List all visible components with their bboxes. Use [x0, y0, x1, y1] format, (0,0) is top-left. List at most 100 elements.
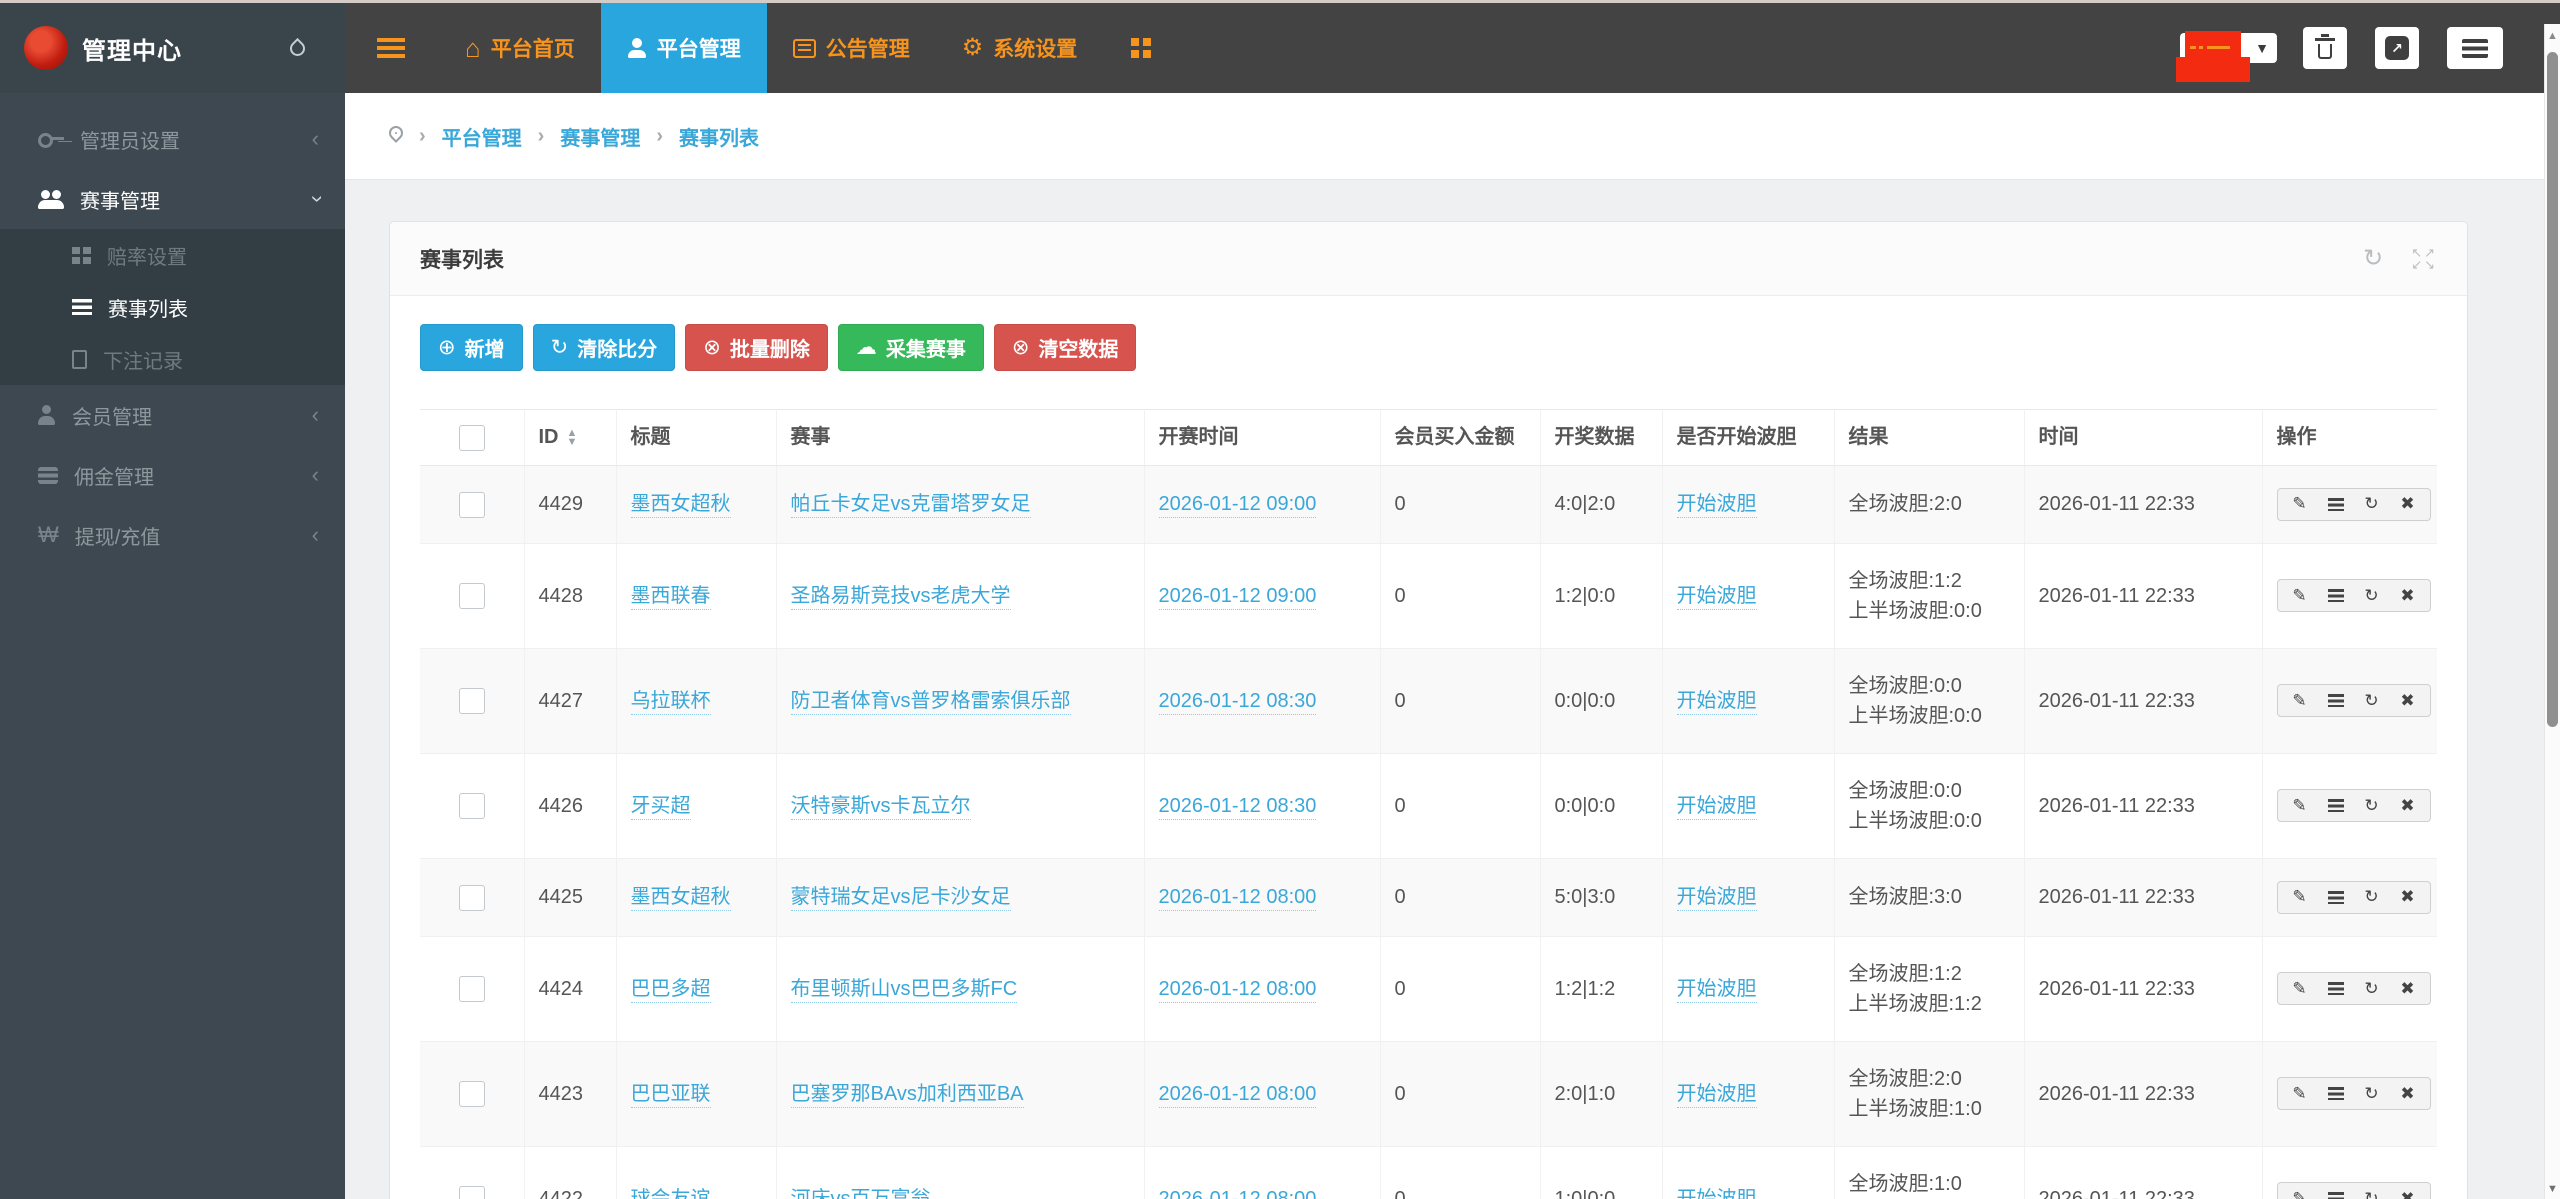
sidebar-item-member-manage[interactable]: 会员管理 ‹: [0, 385, 345, 445]
title-link[interactable]: 球会友谊: [630, 1187, 711, 1199]
col-id-label[interactable]: ID: [539, 426, 559, 448]
detail-list-icon[interactable]: [2318, 685, 2354, 716]
edit-icon[interactable]: ✎: [2282, 580, 2318, 611]
detail-list-icon[interactable]: [2318, 580, 2354, 611]
row-checkbox[interactable]: [458, 1186, 485, 1199]
match-link[interactable]: 沃特豪斯vs卡瓦立尔: [790, 794, 971, 820]
grid-apps-icon[interactable]: [1131, 38, 1152, 58]
fullscreen-icon[interactable]: ↖↗ ↙↘: [2411, 246, 2437, 271]
match-link[interactable]: 巴塞罗那BAvs加利西亚BA: [790, 1082, 1024, 1108]
detail-list-icon[interactable]: [2318, 790, 2354, 821]
start-bodan-link[interactable]: 开始波胆: [1676, 584, 1757, 610]
title-link[interactable]: 巴巴亚联: [630, 1082, 711, 1108]
row-refresh-icon[interactable]: ↻: [2354, 685, 2390, 716]
start-bodan-link[interactable]: 开始波胆: [1676, 1082, 1757, 1108]
start-bodan-link[interactable]: 开始波胆: [1676, 1187, 1757, 1199]
detail-list-icon[interactable]: [2318, 1183, 2354, 1199]
title-link[interactable]: 巴巴多超: [630, 977, 711, 1003]
delete-icon[interactable]: ✖: [2390, 790, 2426, 821]
delete-icon[interactable]: ✖: [2390, 580, 2426, 611]
row-refresh-icon[interactable]: ↻: [2354, 580, 2390, 611]
detail-list-icon[interactable]: [2318, 882, 2354, 913]
delete-icon[interactable]: ✖: [2390, 1183, 2426, 1199]
start-time-link[interactable]: 2026-01-12 08:00: [1158, 1082, 1317, 1108]
user-dropdown-button[interactable]: ▼: [2176, 31, 2277, 82]
row-refresh-icon[interactable]: ↻: [2354, 882, 2390, 913]
start-time-link[interactable]: 2026-01-12 09:00: [1158, 493, 1317, 519]
match-link[interactable]: 河床vs百万富翁: [790, 1187, 931, 1199]
nav-announcement-manage[interactable]: 公告管理: [767, 3, 936, 93]
row-checkbox[interactable]: [458, 1081, 485, 1108]
batch-delete-button[interactable]: ⊗ 批量删除: [685, 324, 828, 371]
title-link[interactable]: 乌拉联杯: [630, 689, 711, 715]
title-link[interactable]: 牙买超: [630, 794, 691, 820]
row-checkbox[interactable]: [458, 583, 485, 610]
scrollbar-up-arrow[interactable]: ▲: [2545, 30, 2560, 42]
edit-icon[interactable]: ✎: [2282, 790, 2318, 821]
row-checkbox[interactable]: [458, 793, 485, 820]
row-refresh-icon[interactable]: ↻: [2354, 790, 2390, 821]
hamburger-menu-icon[interactable]: [377, 38, 405, 58]
start-bodan-link[interactable]: 开始波胆: [1676, 886, 1757, 912]
row-checkbox[interactable]: [458, 976, 485, 1003]
delete-icon[interactable]: ✖: [2390, 685, 2426, 716]
server-button[interactable]: [2447, 27, 2503, 69]
clear-score-button[interactable]: ↻ 清除比分: [532, 324, 676, 371]
delete-icon[interactable]: ✖: [2390, 973, 2426, 1004]
edit-icon[interactable]: ✎: [2282, 973, 2318, 1004]
title-link[interactable]: 墨西女超秋: [630, 493, 731, 519]
sidebar-item-event-manage[interactable]: 赛事管理 ‹: [0, 169, 345, 229]
sidebar-item-admin-settings[interactable]: 管理员设置 ‹: [0, 109, 345, 169]
title-link[interactable]: 墨西联春: [630, 584, 711, 610]
start-bodan-link[interactable]: 开始波胆: [1676, 493, 1757, 519]
nav-system-settings[interactable]: ⚙ 系统设置: [936, 3, 1104, 93]
row-checkbox[interactable]: [458, 491, 485, 518]
start-time-link[interactable]: 2026-01-12 08:30: [1158, 794, 1317, 820]
external-link-button[interactable]: ↗: [2375, 27, 2419, 69]
breadcrumb-link-event-list[interactable]: 赛事列表: [679, 122, 759, 151]
delete-icon[interactable]: ✖: [2390, 882, 2426, 913]
scrollbar-down-arrow[interactable]: ▼: [2545, 1183, 2560, 1195]
row-refresh-icon[interactable]: ↻: [2354, 973, 2390, 1004]
start-bodan-link[interactable]: 开始波胆: [1676, 794, 1757, 820]
detail-list-icon[interactable]: [2318, 973, 2354, 1004]
sidebar-item-commission-manage[interactable]: 佣金管理 ‹: [0, 445, 345, 505]
row-refresh-icon[interactable]: ↻: [2354, 1183, 2390, 1199]
sidebar-item-withdraw-deposit[interactable]: ₩ 提现/充值 ‹: [0, 505, 345, 565]
start-bodan-link[interactable]: 开始波胆: [1676, 689, 1757, 715]
sort-icon[interactable]: ▲ ▼: [567, 428, 578, 448]
start-time-link[interactable]: 2026-01-12 09:00: [1158, 584, 1317, 610]
row-refresh-icon[interactable]: ↻: [2354, 1078, 2390, 1109]
refresh-icon[interactable]: ↻: [2363, 244, 2383, 273]
droplet-icon[interactable]: [286, 37, 309, 59]
match-link[interactable]: 防卫者体育vs普罗格雷索俱乐部: [790, 689, 1071, 715]
match-link[interactable]: 圣路易斯竞技vs老虎大学: [790, 584, 1011, 610]
detail-list-icon[interactable]: [2318, 1078, 2354, 1109]
edit-icon[interactable]: ✎: [2282, 1078, 2318, 1109]
delete-icon[interactable]: ✖: [2390, 489, 2426, 520]
match-link[interactable]: 帕丘卡女足vs克雷塔罗女足: [790, 493, 1031, 519]
edit-icon[interactable]: ✎: [2282, 685, 2318, 716]
breadcrumb-link-event-manage[interactable]: 赛事管理: [560, 122, 640, 151]
edit-icon[interactable]: ✎: [2282, 882, 2318, 913]
edit-icon[interactable]: ✎: [2282, 1183, 2318, 1199]
match-link[interactable]: 蒙特瑞女足vs尼卡沙女足: [790, 886, 1011, 912]
match-link[interactable]: 布里顿斯山vs巴巴多斯FC: [790, 977, 1018, 1003]
title-link[interactable]: 墨西女超秋: [630, 886, 731, 912]
collect-events-button[interactable]: ☁ 采集赛事: [837, 324, 984, 371]
breadcrumb-link-platform[interactable]: 平台管理: [442, 122, 522, 151]
start-time-link[interactable]: 2026-01-12 08:00: [1158, 886, 1317, 912]
row-checkbox[interactable]: [458, 884, 485, 911]
sidebar-item-odds-settings[interactable]: 赔率设置: [0, 229, 345, 281]
detail-list-icon[interactable]: [2318, 489, 2354, 520]
start-time-link[interactable]: 2026-01-12 08:00: [1158, 977, 1317, 1003]
edit-icon[interactable]: ✎: [2282, 489, 2318, 520]
start-time-link[interactable]: 2026-01-12 08:00: [1158, 1187, 1317, 1199]
sidebar-item-bet-records[interactable]: 下注记录: [0, 333, 345, 385]
delete-icon[interactable]: ✖: [2390, 1078, 2426, 1109]
row-checkbox[interactable]: [458, 688, 485, 715]
clear-data-button[interactable]: ⊗ 清空数据: [993, 324, 1137, 371]
scrollbar-thumb[interactable]: [2547, 52, 2558, 727]
trash-button[interactable]: [2303, 27, 2347, 69]
sidebar-item-event-list[interactable]: 赛事列表: [0, 281, 345, 333]
